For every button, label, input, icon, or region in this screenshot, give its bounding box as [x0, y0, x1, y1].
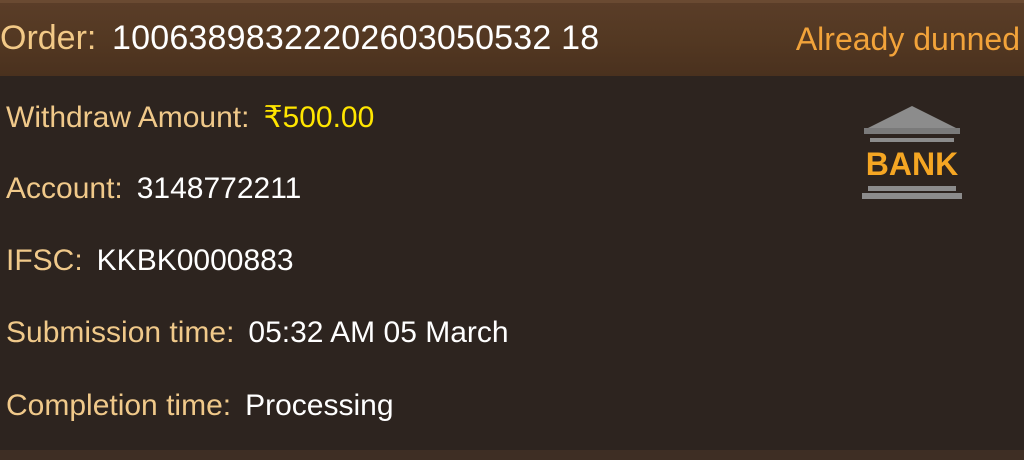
completion-time-row: Completion time: Processing [6, 389, 394, 423]
order-header: Order: 10063898322202603050532 18 Alread… [0, 0, 1024, 76]
ifsc-value: KKBK0000883 [96, 244, 294, 277]
completion-time-value: Processing [245, 389, 394, 422]
submission-time-value: 05:32 AM 05 March [248, 316, 509, 349]
completion-time-label: Completion time: [6, 389, 232, 422]
withdraw-amount-label: Withdraw Amount: [6, 101, 250, 134]
bank-icon-text: BANK [866, 146, 958, 182]
account-row: Account: 3148772211 [6, 172, 301, 206]
ifsc-row: IFSC: KKBK0000883 [6, 244, 294, 278]
status-badge: Already dunned [795, 21, 1020, 57]
withdraw-amount-value: ₹500.00 [263, 101, 375, 134]
bank-icon: BANK [862, 106, 962, 199]
withdraw-amount-row: Withdraw Amount: ₹500.00 [6, 100, 374, 135]
order-label: Order: [0, 19, 97, 57]
card-bottom-border [0, 450, 1024, 460]
ifsc-label: IFSC: [6, 244, 83, 277]
account-value: 3148772211 [136, 172, 302, 205]
account-label: Account: [6, 172, 123, 205]
submission-time-label: Submission time: [6, 316, 235, 349]
submission-time-row: Submission time: 05:32 AM 05 March [6, 316, 509, 350]
withdrawal-record-card: Order: 10063898322202603050532 18 Alread… [0, 0, 1024, 460]
order-number: 10063898322202603050532 18 [112, 19, 600, 57]
